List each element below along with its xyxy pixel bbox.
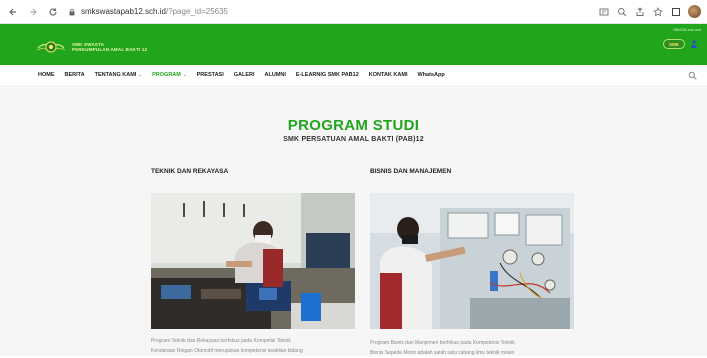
menu-item-e-learning[interactable]: E-LEARNIG SMK PAB12 [296, 72, 359, 78]
menu-item-galeri[interactable]: GALERI [234, 72, 255, 78]
program-photo-teknik [151, 193, 355, 329]
url-host: smkswastapab12.sch.id [81, 7, 166, 16]
program-title: TEKNIK DAN REKAYASA [151, 168, 229, 175]
menu-item-alumni[interactable]: ALUMNI [265, 72, 286, 78]
menu-item-prestasi[interactable]: PRESTASI [197, 72, 224, 78]
menu-item-berita[interactable]: BERITA [65, 72, 85, 78]
smk-badge: SMK [663, 39, 685, 49]
user-icon[interactable] [691, 40, 697, 48]
browser-toolbar: smkswastapab12.sch.id/?page_id=25635 [0, 0, 707, 24]
page-subtitle: SMK PERSATUAN AMAL BAKTI (PAB)12 [283, 136, 424, 143]
lock-icon [69, 8, 75, 15]
logo-line-2: PERKUMPULAN AMAL BAKTI 12 [72, 47, 148, 52]
school-emblem-icon [36, 41, 66, 53]
chevron-down-icon: ⌄ [138, 72, 143, 77]
program-photo-bisnis [370, 193, 574, 329]
address-bar[interactable]: smkswastapab12.sch.id/?page_id=25635 [68, 4, 628, 20]
forward-arrow-icon[interactable] [26, 5, 40, 19]
reload-icon[interactable] [46, 5, 60, 19]
url-path: /?page_id=25635 [165, 7, 228, 16]
program-card-bisnis: BISNIS DAN MANAJEMEN Program Bisnis dan … [370, 168, 574, 356]
page-title: PROGRAM STUDI [287, 117, 420, 134]
share-icon[interactable] [634, 6, 645, 17]
page-content: PROGRAM STUDI SMK PERSATUAN AMAL BAKTI (… [0, 88, 707, 356]
zoom-icon[interactable] [616, 6, 627, 17]
chevron-down-icon: ⌄ [182, 72, 187, 77]
site-logo[interactable]: SMK SWASTA PERKUMPULAN AMAL BAKTI 12 [36, 39, 147, 55]
tab-search-icon[interactable] [670, 6, 681, 17]
program-description-bisnis: Program Bisnis dan Manjemen berfokus pad… [370, 340, 515, 356]
main-navigation: HOME BERITA TENTANG KAMI ⌄ PROGRAM ⌄ PREST… [0, 65, 707, 87]
back-arrow-icon[interactable] [6, 5, 20, 19]
menu-item-whatsapp[interactable]: WhatsApp [417, 72, 444, 78]
program-description-teknik: Program Teknik dan Rekayasa berfokus pad… [151, 338, 303, 354]
menu-item-home[interactable]: HOME [38, 72, 55, 78]
site-header: 081234 xxx xxx SMK SWASTA PERKUMPULAN AM… [0, 24, 707, 65]
menu-item-program[interactable]: PROGRAM ⌄ [152, 72, 187, 78]
profile-avatar-icon[interactable] [688, 5, 701, 18]
header-contact-note: 081234 xxx xxx [673, 27, 701, 32]
extension-icon[interactable] [598, 6, 609, 17]
menu-item-tentang-kami[interactable]: TENTANG KAMI ⌄ [95, 72, 143, 78]
menu-item-kontak-kami[interactable]: KONTAK KAMI [369, 72, 408, 78]
search-icon[interactable] [688, 71, 697, 80]
bookmark-star-icon[interactable] [652, 6, 663, 17]
program-card-teknik: TEKNIK DAN REKAYASA Program Teknik dan R… [151, 168, 355, 354]
program-title: BISNIS DAN MANAJEMEN [370, 168, 452, 175]
